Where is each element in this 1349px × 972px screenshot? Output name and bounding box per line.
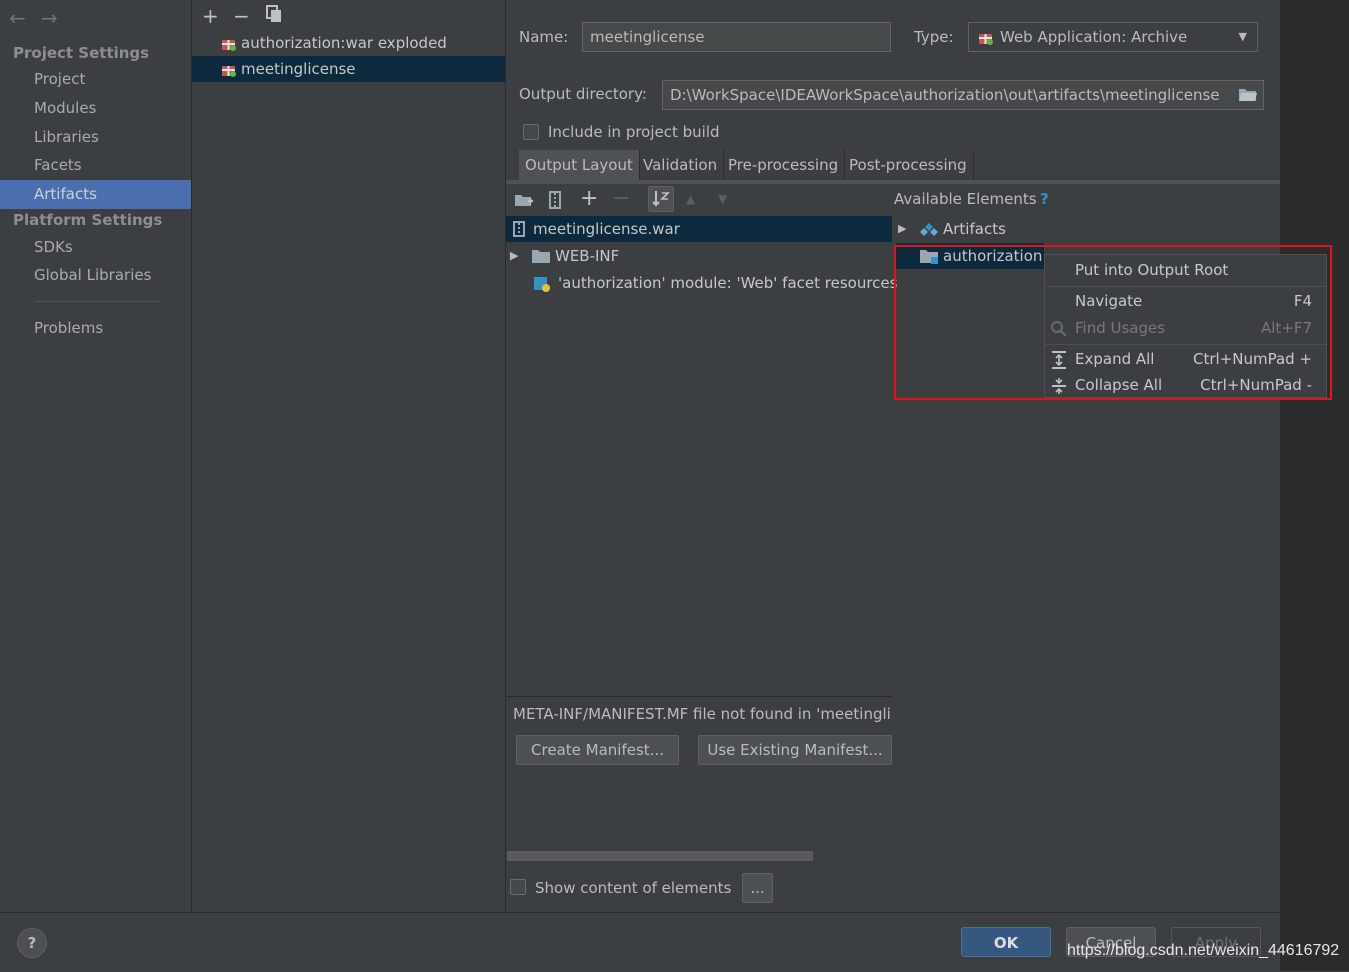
expand-arrow-icon[interactable]: ▶ [510, 243, 518, 269]
move-down-icon[interactable]: ▼ [718, 192, 727, 206]
create-manifest-button[interactable]: Create Manifest... [516, 735, 679, 765]
tree-item-facet-resources[interactable]: 'authorization' module: 'Web' facet reso… [532, 270, 897, 296]
sidebar-item-facets[interactable]: Facets [0, 151, 191, 180]
gift-package-icon [222, 66, 236, 77]
ok-button[interactable]: OK [961, 927, 1051, 957]
help-button[interactable]: ? [17, 928, 47, 958]
remove-element-icon[interactable]: − [612, 186, 630, 211]
artifact-item-label: authorization:war exploded [241, 34, 447, 52]
artifact-item-meetinglicense[interactable]: meetinglicense [192, 56, 505, 82]
sidebar-item-global-libraries[interactable]: Global Libraries [0, 261, 191, 290]
tree-root-label: meetinglicense.war [533, 220, 680, 238]
name-input[interactable]: meetinglicense [582, 22, 891, 52]
background-editor-strip [1280, 0, 1349, 971]
artifacts-icon [920, 223, 938, 236]
include-in-build-label: Include in project build [548, 123, 720, 141]
sort-elements-icon[interactable] [648, 186, 674, 212]
sidebar-item-libraries[interactable]: Libraries [0, 123, 191, 152]
artifact-item-label: meetinglicense [241, 60, 356, 78]
output-directory-input[interactable]: D:\WorkSpace\IDEAWorkSpace\authorization… [662, 80, 1264, 110]
output-directory-label: Output directory: [519, 85, 647, 103]
add-artifact-icon[interactable]: + [202, 4, 219, 28]
manifest-warning-text: META-INF/MANIFEST.MF file not found in '… [513, 705, 891, 723]
artifact-item-war-exploded[interactable]: authorization:war exploded [192, 30, 505, 56]
show-content-checkbox[interactable] [510, 879, 526, 895]
type-select-value: Web Application: Archive [1000, 28, 1188, 46]
type-label: Type: [914, 28, 954, 46]
tab-post-processing[interactable]: Post-processing [843, 150, 974, 180]
available-item-label: Artifacts [943, 220, 1006, 238]
folder-browse-icon[interactable] [1238, 86, 1258, 106]
annotation-highlight-box [894, 245, 1332, 400]
sidebar-item-sdks[interactable]: SDKs [0, 233, 191, 262]
expand-arrow-icon[interactable]: ▶ [898, 216, 906, 242]
sidebar-item-problems[interactable]: Problems [0, 314, 191, 343]
add-element-icon[interactable]: + [580, 186, 598, 211]
move-up-icon[interactable]: ▲ [686, 192, 695, 206]
back-arrow-icon[interactable]: ← [9, 6, 26, 30]
forward-arrow-icon[interactable]: → [41, 6, 58, 30]
copy-artifact-icon[interactable] [265, 4, 283, 28]
chevron-down-icon: ▼ [1238, 30, 1247, 43]
sidebar-divider [34, 301, 159, 302]
gift-package-icon [979, 34, 993, 45]
settings-sidebar: ← → Project Settings Project Modules Lib… [0, 0, 192, 912]
show-content-label: Show content of elements [535, 879, 732, 897]
gift-package-icon [222, 40, 236, 51]
manifest-divider [506, 696, 892, 697]
name-label: Name: [519, 28, 569, 46]
web-facet-icon [534, 277, 550, 292]
archive-icon [513, 221, 525, 237]
sidebar-item-project[interactable]: Project [0, 65, 191, 94]
sidebar-item-artifacts[interactable]: Artifacts [0, 180, 191, 209]
platform-settings-heading: Platform Settings [13, 211, 163, 229]
remove-artifact-icon[interactable]: − [233, 4, 250, 28]
archive-icon[interactable] [548, 191, 562, 213]
artifact-list-panel: + − authorization:war exploded meetingli… [192, 0, 506, 912]
project-settings-heading: Project Settings [13, 44, 150, 62]
sidebar-item-modules[interactable]: Modules [0, 94, 191, 123]
include-in-build-checkbox[interactable] [523, 124, 539, 140]
use-existing-manifest-button[interactable]: Use Existing Manifest... [698, 735, 892, 765]
tree-item-label: WEB-INF [555, 247, 620, 265]
show-content-options-button[interactable]: ... [742, 873, 773, 903]
horizontal-scrollbar[interactable] [507, 851, 813, 861]
available-item-artifacts[interactable]: ▶ Artifacts [898, 216, 1006, 242]
tree-item-label: 'authorization' module: 'Web' facet reso… [558, 274, 898, 292]
create-directory-icon[interactable] [514, 191, 534, 213]
available-elements-label: Available Elements [894, 190, 1037, 208]
tab-validation[interactable]: Validation [637, 150, 725, 180]
type-select[interactable]: Web Application: Archive ▼ [968, 22, 1258, 52]
tab-output-layout[interactable]: Output Layout [519, 150, 640, 180]
watermark-url: https://blog.csdn.net/weixin_44616792 [1067, 942, 1340, 959]
folder-icon [532, 250, 550, 263]
help-icon[interactable]: ? [1040, 190, 1049, 208]
tab-underline [506, 180, 1280, 184]
tree-root-war[interactable]: meetinglicense.war [506, 216, 892, 242]
tab-pre-processing[interactable]: Pre-processing [722, 150, 846, 180]
tree-item-web-inf[interactable]: ▶ WEB-INF [510, 243, 619, 269]
